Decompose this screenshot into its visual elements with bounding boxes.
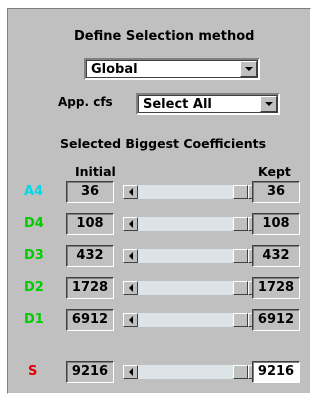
kept-slider[interactable] — [123, 311, 263, 329]
kept-value: 432 — [252, 245, 300, 267]
kept-slider[interactable] — [123, 183, 263, 201]
arrow-left-icon[interactable] — [123, 217, 138, 231]
header-kept: Kept — [258, 164, 291, 179]
initial-value: 1728 — [66, 277, 114, 299]
slider-thumb[interactable] — [233, 313, 248, 327]
kept-slider[interactable] — [123, 279, 263, 297]
level-label: D3 — [24, 248, 44, 263]
kept-value: 36 — [252, 181, 300, 203]
slider-thumb[interactable] — [233, 185, 248, 199]
kept-input[interactable]: 9216 — [252, 361, 300, 383]
level-label: D2 — [24, 280, 44, 295]
kept-value: 108 — [252, 213, 300, 235]
slider-thumb[interactable] — [233, 217, 248, 231]
chevron-down-icon[interactable] — [240, 61, 257, 77]
initial-value: 432 — [66, 245, 114, 267]
slider-thumb[interactable] — [233, 281, 248, 295]
kept-slider[interactable] — [123, 215, 263, 233]
app-cfs-value: Select All — [143, 97, 212, 112]
level-label: D4 — [24, 216, 44, 231]
initial-value: 9216 — [66, 361, 114, 383]
kept-value: 1728 — [252, 277, 300, 299]
app-cfs-label: App. cfs — [58, 95, 113, 109]
level-label: D1 — [24, 312, 44, 327]
slider-track[interactable] — [138, 217, 248, 231]
level-label: S — [28, 364, 38, 379]
section-title: Selected Biggest Coefficients — [60, 136, 267, 151]
slider-track[interactable] — [138, 313, 248, 327]
arrow-left-icon[interactable] — [123, 313, 138, 327]
slider-track[interactable] — [138, 365, 248, 379]
header-initial: Initial — [75, 164, 116, 179]
app-cfs-dropdown[interactable]: Select All — [136, 93, 280, 115]
slider-thumb[interactable] — [233, 249, 248, 263]
kept-value: 6912 — [252, 309, 300, 331]
initial-value: 36 — [66, 181, 114, 203]
arrow-left-icon[interactable] — [123, 249, 138, 263]
slider-thumb[interactable] — [233, 365, 248, 379]
initial-value: 6912 — [66, 309, 114, 331]
initial-value: 108 — [66, 213, 114, 235]
arrow-left-icon[interactable] — [123, 281, 138, 295]
slider-track[interactable] — [138, 281, 248, 295]
kept-slider[interactable] — [123, 363, 263, 381]
slider-track[interactable] — [138, 185, 248, 199]
chevron-down-icon[interactable] — [260, 96, 277, 112]
panel-title: Define Selection method — [74, 29, 255, 44]
kept-slider[interactable] — [123, 247, 263, 265]
method-value: Global — [91, 62, 138, 77]
slider-track[interactable] — [138, 249, 248, 263]
method-dropdown[interactable]: Global — [84, 58, 260, 80]
arrow-left-icon[interactable] — [123, 365, 138, 379]
level-label: A4 — [24, 184, 44, 199]
selection-panel: Define Selection method Global App. cfs … — [7, 8, 311, 394]
arrow-left-icon[interactable] — [123, 185, 138, 199]
